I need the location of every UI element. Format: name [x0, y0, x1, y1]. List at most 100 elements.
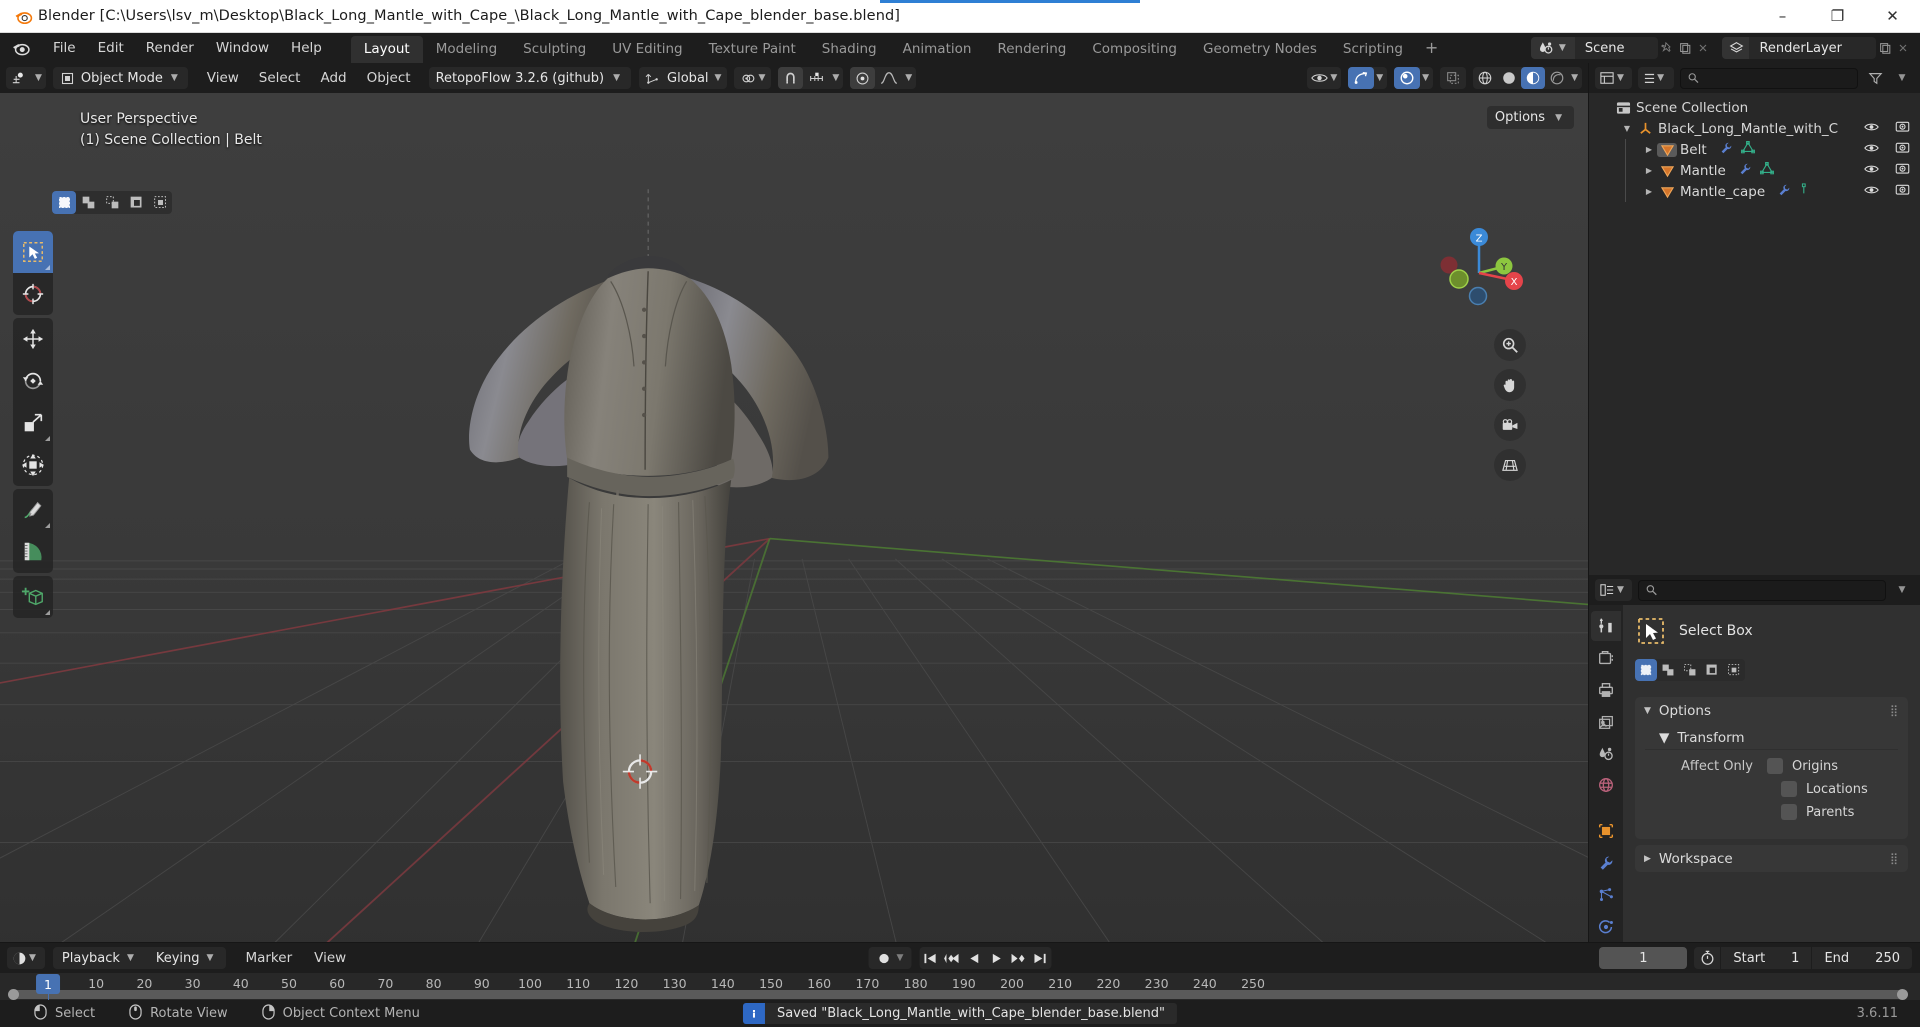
measure-tool[interactable] [13, 531, 53, 573]
workspace-tab-animation[interactable]: Animation [890, 36, 985, 63]
mesh-data-icon[interactable] [1759, 162, 1774, 179]
select-subtract-icon[interactable] [100, 191, 124, 214]
workspace-tab-geometry-nodes[interactable]: Geometry Nodes [1190, 36, 1330, 63]
properties-tab-object[interactable] [1591, 816, 1621, 846]
timeline-menu-playback[interactable]: Playback ▼ [53, 947, 147, 969]
workspace-tab-compositing[interactable]: Compositing [1079, 36, 1190, 63]
wrench-icon[interactable] [1719, 141, 1733, 159]
viewport-menu-view[interactable]: View [197, 67, 249, 89]
workspace-tab-texture-paint[interactable]: Texture Paint [696, 36, 809, 63]
select-subtract-icon[interactable] [1679, 659, 1701, 681]
rendered-shading-icon[interactable] [1545, 67, 1569, 89]
grid-icon[interactable] [1494, 449, 1526, 481]
editor-type-selector[interactable]: ▼ [6, 67, 46, 89]
start-frame-field[interactable]: Start 1 [1720, 947, 1811, 969]
workspace-tab-scripting[interactable]: Scripting [1330, 36, 1416, 63]
workspace-tab-sculpting[interactable]: Sculpting [510, 36, 599, 63]
auto-keying-group[interactable]: ▼ [868, 947, 912, 969]
properties-editor-type-selector[interactable]: ▼ [1595, 579, 1632, 601]
hand-icon[interactable] [1494, 369, 1526, 401]
select-set-icon[interactable] [1635, 659, 1657, 681]
select-box-tool[interactable] [13, 231, 53, 273]
show-overlays-icon[interactable] [1394, 67, 1421, 89]
blender-logo-icon[interactable] [10, 37, 32, 59]
viewport-menu-object[interactable]: Object [357, 67, 421, 89]
view-layer-selector[interactable]: RenderLayer [1722, 37, 1876, 59]
outliner-row-mantle[interactable]: ▶ Mantle [1589, 160, 1920, 181]
origins-checkbox[interactable] [1767, 758, 1783, 774]
outliner-filter-caret-icon[interactable]: ▼ [1892, 67, 1914, 89]
pin-scene-icon[interactable] [1658, 38, 1676, 58]
play-reverse-icon[interactable] [963, 947, 985, 969]
eye-icon[interactable] [1864, 184, 1879, 200]
properties-tab-output[interactable] [1591, 675, 1621, 705]
next-keyframe-icon[interactable] [1007, 947, 1029, 969]
material-preview-icon[interactable] [1521, 67, 1546, 89]
outliner-row-belt[interactable]: ▶ Belt [1589, 139, 1920, 160]
gizmo-group[interactable]: ▼ [1348, 67, 1388, 89]
select-intersect-icon[interactable] [1723, 659, 1745, 681]
timeline-menu-view[interactable]: View [303, 947, 357, 969]
select-difference-icon[interactable] [1701, 659, 1723, 681]
scene-name-value[interactable]: Scene [1575, 41, 1659, 56]
proportional-edit-icon[interactable] [850, 67, 876, 89]
transform-orientation-selector[interactable]: Global ▼ [639, 67, 728, 89]
viewport-menu-add[interactable]: Add [310, 67, 356, 89]
jump-to-end-icon[interactable] [1029, 947, 1051, 969]
end-frame-field[interactable]: End 250 [1811, 947, 1912, 969]
record-icon[interactable] [873, 947, 895, 969]
timeline-ruler[interactable]: 1 10 20 30 40 50 60 70 80 90 100 110 120 130 140 150 160… [0, 973, 1920, 1002]
camera-icon[interactable] [1895, 162, 1910, 179]
xray-icon[interactable] [1440, 67, 1466, 89]
maximize-button[interactable]: ❐ [1810, 0, 1865, 33]
magnet-icon[interactable] [778, 67, 804, 89]
timeline-menu-marker[interactable]: Marker [234, 947, 303, 969]
camera-icon[interactable] [1895, 183, 1910, 200]
chevron-right-icon[interactable]: ▶ [1641, 145, 1657, 154]
menu-help[interactable]: Help [280, 37, 333, 59]
new-scene-icon[interactable] [1676, 38, 1694, 58]
eye-icon[interactable] [1864, 163, 1879, 179]
scale-tool[interactable] [13, 402, 53, 444]
properties-tab-view-layer[interactable] [1591, 707, 1621, 737]
outliner-row-mantle-cape[interactable]: ▶ Mantle_cape [1589, 181, 1920, 202]
show-gizmo-icon[interactable] [1348, 67, 1375, 89]
menu-window[interactable]: Window [205, 37, 280, 59]
zoom-icon[interactable] [1494, 329, 1526, 361]
select-intersect-icon[interactable] [148, 191, 172, 214]
properties-tab-physics[interactable] [1591, 912, 1621, 942]
scene-selector[interactable]: ▼ Scene [1530, 37, 1659, 59]
select-extend-icon[interactable] [76, 191, 100, 214]
properties-tab-tool[interactable] [1591, 611, 1621, 641]
falloff-curve-icon[interactable] [875, 67, 903, 89]
chevron-down-icon[interactable]: ▼ [1619, 124, 1635, 133]
minimize-button[interactable]: – [1755, 0, 1810, 33]
eye-icon[interactable] [1864, 142, 1879, 158]
properties-tab-scene[interactable] [1591, 739, 1621, 769]
viewport-options-button[interactable]: Options ▼ [1486, 106, 1574, 129]
camera-icon[interactable] [1895, 120, 1910, 137]
outliner-editor-type-selector[interactable]: ▼ [1595, 67, 1632, 89]
properties-tab-modifier[interactable] [1591, 848, 1621, 878]
timeline-menu-keying[interactable]: Keying ▼ [147, 947, 227, 969]
camera-icon[interactable] [1494, 409, 1526, 441]
visibility-selector[interactable]: ▼ [1307, 67, 1342, 89]
annotate-tool[interactable] [13, 489, 53, 531]
solid-shading-icon[interactable] [1497, 67, 1521, 89]
pivot-point-selector[interactable]: ▼ [734, 67, 772, 89]
wrench-icon[interactable] [1738, 162, 1752, 180]
3d-viewport[interactable]: User Perspective (1) Scene Collection | … [0, 93, 1588, 942]
outliner-row-black-long-mantle-with-c[interactable]: ▼ Black_Long_Mantle_with_C [1589, 118, 1920, 139]
workspace-tab-uv-editing[interactable]: UV Editing [599, 36, 695, 63]
view-layer-name-value[interactable]: RenderLayer [1749, 41, 1876, 56]
workspace-tab-modeling[interactable]: Modeling [423, 36, 510, 63]
select-extend-icon[interactable] [1657, 659, 1679, 681]
properties-tab-particles[interactable] [1591, 880, 1621, 910]
delete-scene-icon[interactable] [1694, 38, 1712, 58]
options-panel-header[interactable]: ▼ Options ⣿ [1635, 697, 1908, 724]
navigation-gizmo[interactable]: Z Y X [1434, 223, 1524, 313]
move-tool[interactable] [13, 318, 53, 360]
timeline-scrollbar[interactable] [8, 989, 1908, 1000]
outliner-search-input[interactable] [1704, 70, 1850, 86]
proportional-edit-group[interactable]: ▼ [850, 67, 917, 89]
